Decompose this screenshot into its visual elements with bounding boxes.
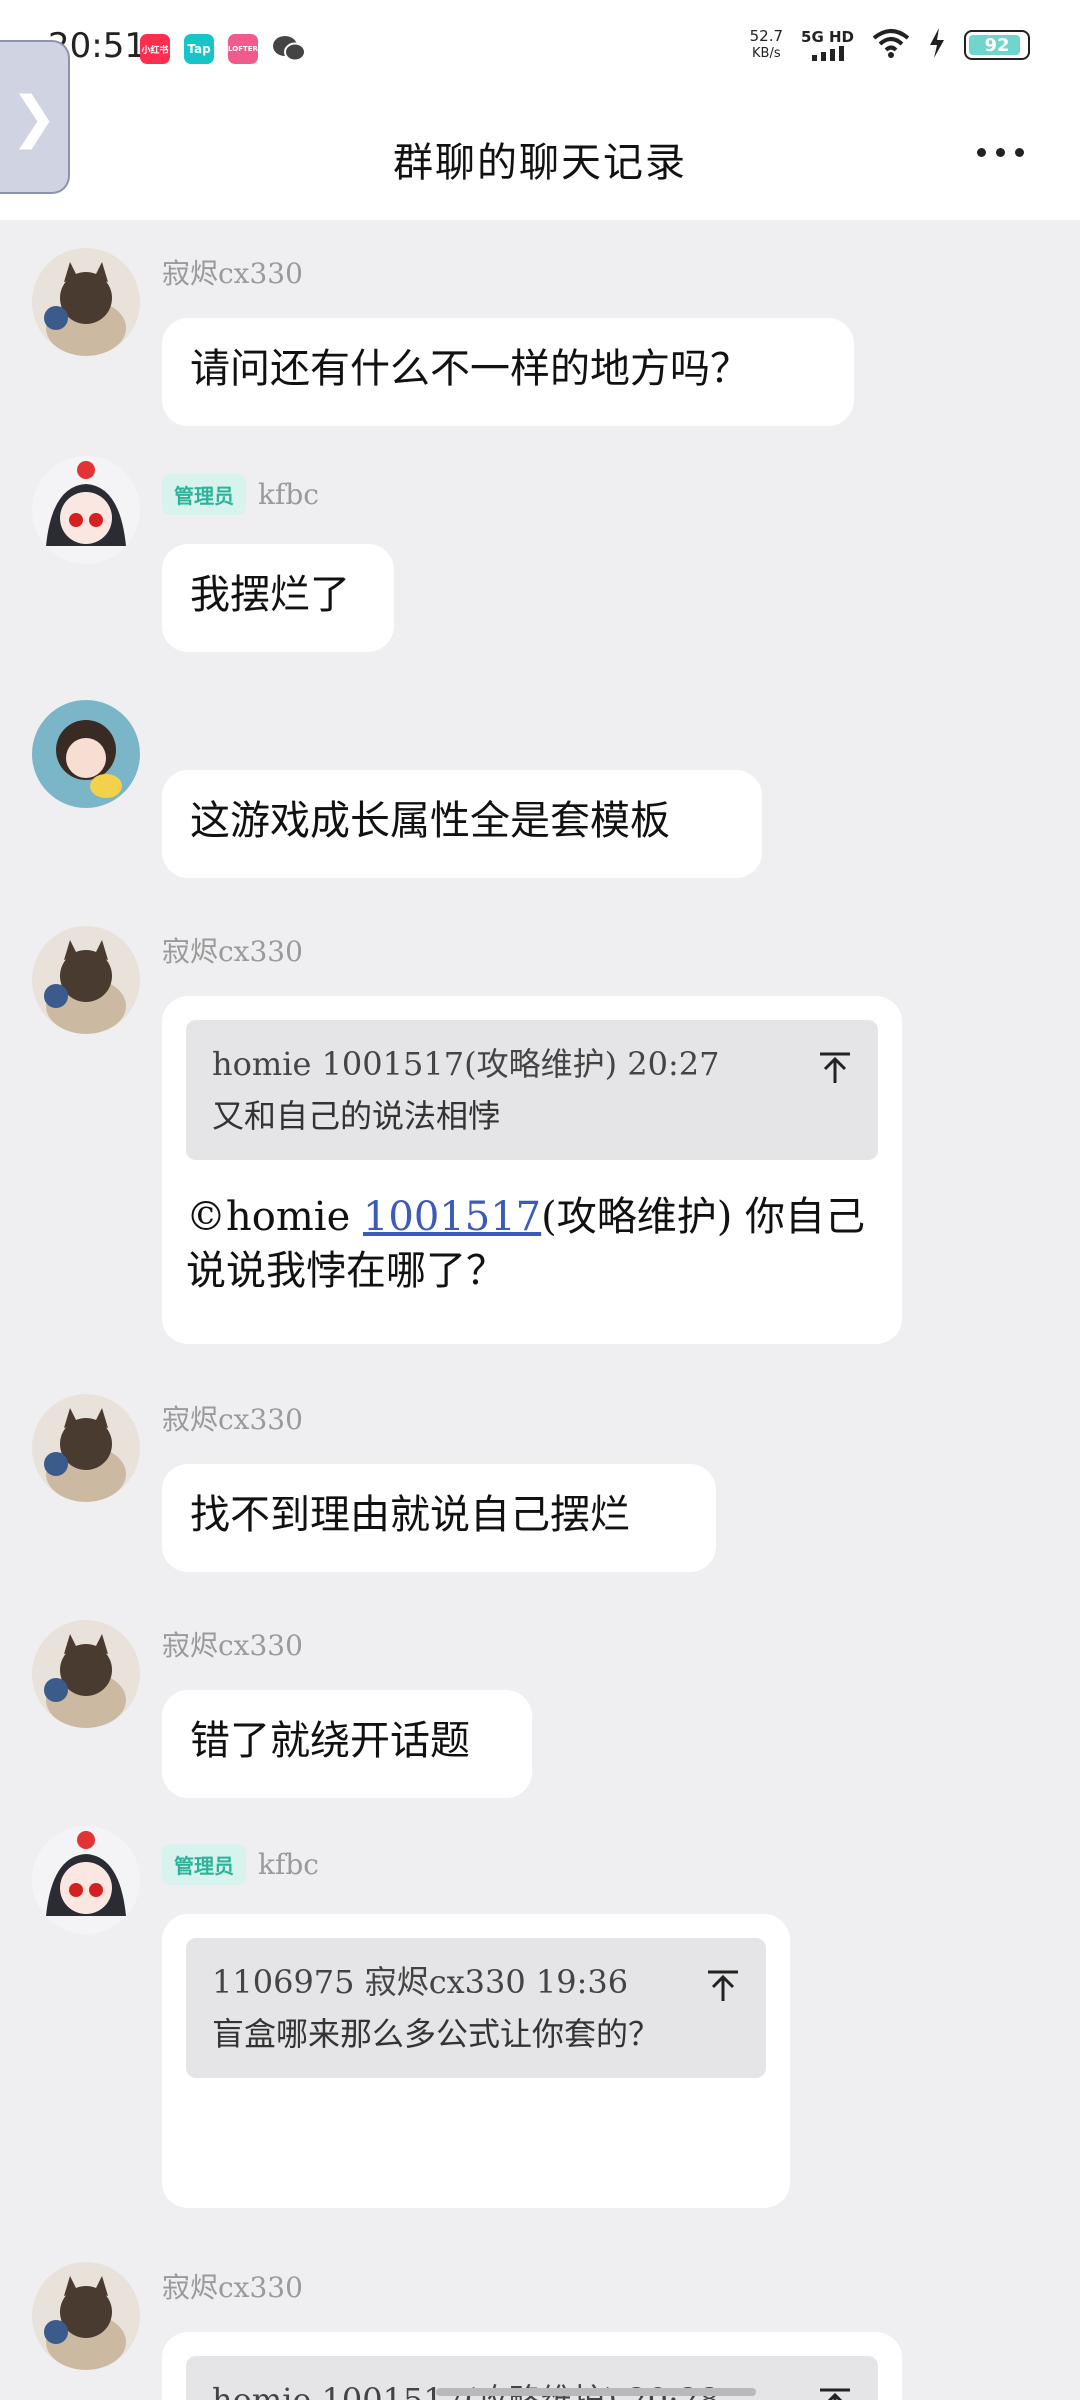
network-speed: 52.7 KB/s	[749, 27, 784, 62]
home-indicator[interactable]	[436, 2388, 756, 2396]
avatar[interactable]	[32, 1620, 140, 1728]
quoted-message[interactable]: 1106975 寂烬cx330 19:36 盲盒哪来那么多公式让你套的？	[186, 1938, 766, 2078]
message-bubble[interactable]: 错了就绕开话题	[162, 1690, 532, 1798]
message-text: 错了就绕开话题	[190, 1718, 470, 1764]
notification-icons: 小红书 Tap LOFTER	[140, 34, 306, 64]
signal-icon: 5G HD	[801, 29, 854, 61]
message-text: 我摆烂了	[190, 572, 350, 618]
message-text: ©homie 1001517(攻略维护) 你自己说说我悖在哪了？	[186, 1194, 866, 1294]
message-text: 找不到理由就说自己摆烂	[190, 1492, 630, 1538]
status-indicators: 52.7 KB/s 5G HD 92	[750, 28, 1030, 62]
jump-to-top-icon[interactable]	[818, 1048, 852, 1100]
quote-header: 1106975 寂烬cx330 19:36	[212, 1963, 629, 2001]
shop-app-icon: 小红书	[140, 34, 170, 64]
avatar[interactable]	[32, 456, 140, 564]
message-sender: 管理员 kfbc	[162, 474, 319, 515]
battery-level: 92	[984, 34, 1010, 56]
jump-to-top-icon[interactable]	[818, 2384, 852, 2400]
quote-body: 又和自己的说法相悖	[212, 1097, 501, 1135]
wifi-icon	[872, 28, 910, 62]
jump-to-top-icon[interactable]	[706, 1966, 740, 2018]
status-bar: 20:51 小红书 Tap LOFTER 52.7 KB/s 5G HD 92	[0, 0, 1080, 100]
avatar[interactable]	[32, 1826, 140, 1934]
message-sender: 寂烬cx330	[162, 252, 303, 292]
quoted-message[interactable]: homie 1001517(攻略维护) 20:27 又和自己的说法相悖	[186, 1020, 878, 1160]
mention-link[interactable]: 1001517	[363, 1194, 541, 1240]
sender-name: 寂烬cx330	[162, 935, 303, 968]
message-sender: 寂烬cx330	[162, 2266, 303, 2306]
message-sender: 管理员 kfbc	[162, 1844, 319, 1885]
sender-name: 寂烬cx330	[162, 2271, 303, 2304]
message-sender: 寂烬cx330	[162, 930, 303, 970]
message-sender: 寂烬cx330	[162, 1624, 303, 1664]
battery-icon: 92	[964, 30, 1030, 60]
admin-badge: 管理员	[162, 1844, 246, 1885]
message-sender: 寂烬cx330	[162, 1398, 303, 1438]
message-bubble[interactable]: 请问还有什么不一样的地方吗？	[162, 318, 854, 426]
lofter-app-icon: LOFTER	[228, 34, 258, 64]
more-options-icon[interactable]	[977, 148, 1024, 157]
message-text: 这游戏成长属性全是套模板	[190, 798, 670, 844]
chat-header: 群聊的聊天记录	[0, 100, 1080, 220]
avatar[interactable]	[32, 2262, 140, 2370]
taptap-app-icon: Tap	[184, 34, 214, 64]
sender-name: 寂烬cx330	[162, 257, 303, 290]
chevron-right-icon: ❯	[10, 84, 58, 150]
quote-header: homie 1001517(攻略维护) 20:27	[212, 1045, 720, 1083]
page-title: 群聊的聊天记录	[393, 140, 687, 186]
message-bubble[interactable]: 找不到理由就说自己摆烂	[162, 1464, 716, 1572]
quote-header: homie 1001517(攻略维护) 20:28	[212, 2381, 719, 2400]
message-bubble[interactable]: homie 1001517(攻略维护) 20:27 又和自己的说法相悖 ©hom…	[162, 996, 902, 1344]
message-text: 请问还有什么不一样的地方吗？	[190, 346, 750, 392]
sender-name: 寂烬cx330	[162, 1629, 303, 1662]
admin-badge: 管理员	[162, 474, 246, 515]
avatar[interactable]	[32, 248, 140, 356]
sender-name: kfbc	[258, 1848, 319, 1881]
quote-body: 盲盒哪来那么多公式让你套的？	[212, 2015, 661, 2053]
floating-side-tab[interactable]: ❯	[0, 40, 70, 194]
charging-icon	[928, 28, 946, 62]
sender-name: 寂烬cx330	[162, 1403, 303, 1436]
message-bubble[interactable]: 1106975 寂烬cx330 19:36 盲盒哪来那么多公式让你套的？	[162, 1914, 790, 2208]
avatar[interactable]	[32, 1394, 140, 1502]
message-bubble[interactable]: 这游戏成长属性全是套模板	[162, 770, 762, 878]
wechat-icon	[272, 34, 306, 64]
sender-name: kfbc	[258, 478, 319, 511]
avatar[interactable]	[32, 926, 140, 1034]
avatar[interactable]	[32, 700, 140, 808]
message-bubble[interactable]: 我摆烂了	[162, 544, 394, 652]
